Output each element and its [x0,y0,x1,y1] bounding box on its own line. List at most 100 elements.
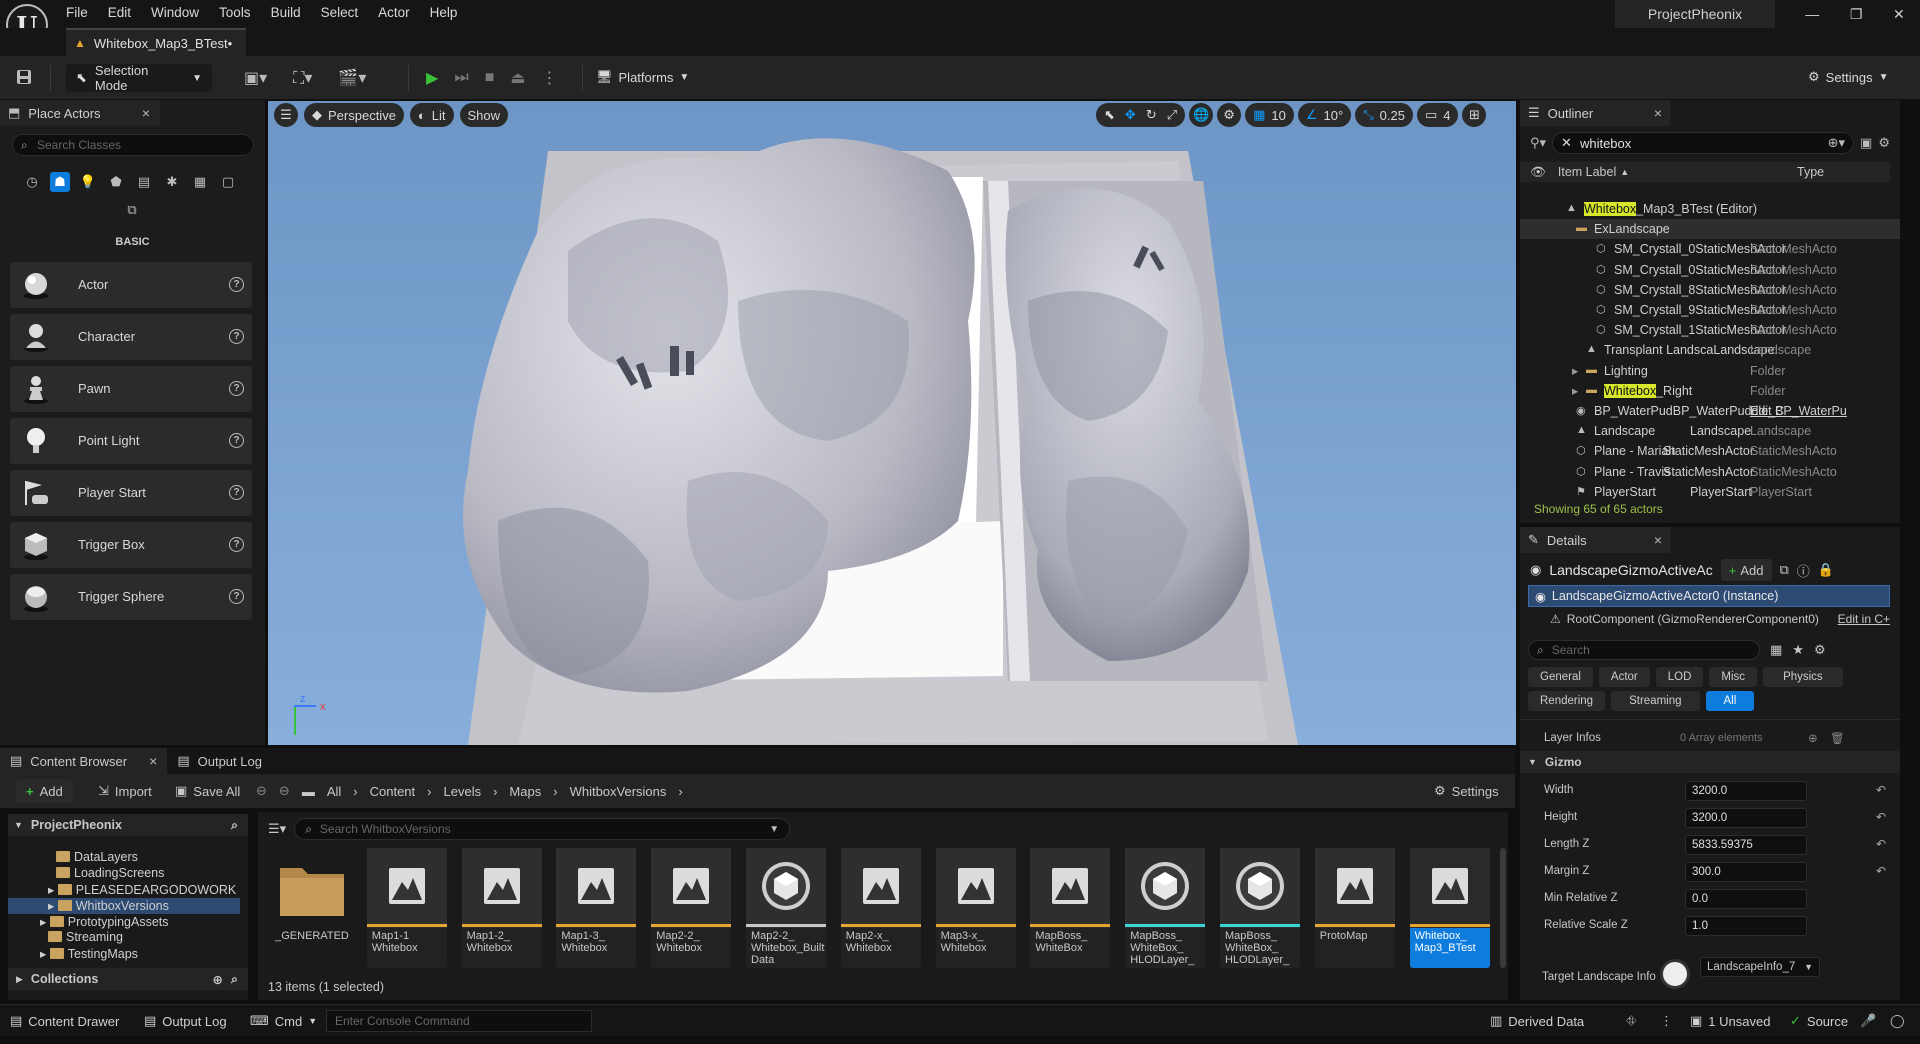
menu-help[interactable]: Help [430,2,470,24]
visibility-icon[interactable]: 👁 [1530,165,1546,180]
close-window-icon[interactable]: ✕ [1893,6,1905,23]
folder-tile[interactable]: _GENERATED [272,848,352,968]
show-button[interactable]: Show [459,103,509,127]
breadcrumb-whitboxversions[interactable]: WhitboxVersions [570,784,667,799]
filter-physics[interactable]: Physics [1763,667,1843,687]
search-icon[interactable]: ⌕ [231,818,238,833]
close-tab-icon[interactable]: × [142,105,150,121]
surface-snap-icon[interactable]: ⚙ [1217,103,1242,127]
property-value-input[interactable]: 0.0 [1685,889,1807,909]
actor-item-character[interactable]: Character ? [10,314,252,360]
outliner-row[interactable]: ▲ Landscape Landscape Landscape [1520,421,1900,441]
add-filter-icon[interactable]: ⊕▾ [1828,135,1845,151]
outliner-row[interactable]: ⬡ SM_Crystall_0StaticMeshActor StaticMeshA… [1520,239,1900,259]
level-tab[interactable]: ▲ Whitebox_Map3_BTest• [66,28,247,56]
actor-item-pawn[interactable]: Pawn ? [10,366,252,412]
breadcrumb-levels[interactable]: Levels [444,784,482,799]
help-icon[interactable]: ? [229,589,244,604]
outliner-search-input[interactable]: ✕ whitebox ⊕▾ [1552,132,1855,154]
tree-item[interactable]: ▸ TestingMaps [8,946,138,962]
filter-actor[interactable]: Actor [1598,667,1650,687]
actor-item-actor[interactable]: Actor ? [10,262,252,308]
cb-save-all-button[interactable]: ▣ Save All [175,783,240,799]
reset-to-default-icon[interactable]: ↶ [1876,864,1886,878]
basic-icon[interactable]: ☗ [50,172,70,192]
perspective-button[interactable]: ◆ Perspective [304,103,404,127]
translate-tool-icon[interactable]: ✥ [1125,107,1136,123]
all-classes-icon[interactable]: ▢ [218,172,238,192]
reset-to-default-icon[interactable]: ↶ [1876,783,1886,797]
actor-item-point-light[interactable]: Point Light ? [10,418,252,464]
asset-tile[interactable]: Map2-2_ Whitebox_Built Data [746,848,826,968]
more-options-icon[interactable]: ⋮ [542,68,558,88]
blueprint-icon[interactable]: ⛶▾ [293,68,312,88]
select-tool-icon[interactable]: ⬉ [1104,107,1115,123]
filter-misc[interactable]: Misc [1709,667,1758,687]
collections-section[interactable]: ▶ Collections ⊕ ⌕ [8,968,248,990]
expand-arrow-icon[interactable]: ▸ [1572,363,1578,378]
help-icon[interactable]: ? [229,433,244,448]
scrollbar[interactable] [1500,848,1506,968]
delete-icon[interactable]: 🗑 [1830,731,1845,745]
details-settings-icon[interactable]: ⚙ [1814,642,1826,658]
menu-build[interactable]: Build [271,2,313,24]
close-tab-icon[interactable]: × [1654,532,1662,548]
help-icon[interactable]: ? [229,381,244,396]
play-icon[interactable]: ▶ [426,68,438,88]
filter-icon[interactable]: ⚲▾ [1530,135,1546,151]
property-value-input[interactable]: 1.0 [1685,916,1807,936]
menu-edit[interactable]: Edit [108,2,143,24]
back-icon[interactable]: ⊖ [256,783,267,799]
viewport-layout-icon[interactable]: ⊞ [1462,103,1487,127]
asset-tile[interactable]: MapBoss_ WhiteBox [1030,848,1111,968]
asset-tile[interactable]: Map1-2_ Whitebox [461,848,542,968]
property-value-input[interactable]: 3200.0 [1685,808,1807,828]
menu-file[interactable]: File [66,2,100,24]
cinematics-icon[interactable]: 🎬▾ [338,68,366,88]
favorites-star-icon[interactable]: ★ [1792,642,1804,658]
console-command-input[interactable]: Enter Console Command [326,1010,592,1032]
expand-arrow-icon[interactable]: ▸ [1572,383,1578,398]
settings-dropdown[interactable]: ⚙ Settings ▼ [1808,69,1889,85]
edit-in-cpp-link[interactable]: Edit in C+ [1838,612,1890,626]
property-value-input[interactable]: 3200.0 [1685,781,1807,801]
new-folder-icon[interactable]: ▣ [1860,135,1872,151]
breadcrumb-content[interactable]: Content [370,784,416,799]
derived-data-button[interactable]: ▥ Derived Data [1490,1013,1584,1029]
reset-to-default-icon[interactable]: ↶ [1876,810,1886,824]
filter-icon[interactable]: ☰▾ [268,821,286,837]
asset-tile[interactable]: MapBoss_ WhiteBox_ HLODLayer_ [1125,848,1206,968]
visual-effects-icon[interactable]: ✱ [162,172,182,192]
world-local-icon[interactable]: 🌐 [1189,103,1214,127]
cb-settings-button[interactable]: ⚙ Settings [1434,783,1499,799]
lock-icon[interactable]: 🔒 [1818,562,1834,578]
gizmo-category[interactable]: ▼ Gizmo [1520,751,1900,773]
rotate-tool-icon[interactable]: ↻ [1146,107,1157,123]
more-icon[interactable]: ⋮ [1660,1013,1673,1029]
outliner-row[interactable]: ▬ ExLandscape [1520,219,1900,240]
lit-button[interactable]: ◐ Lit [409,103,454,127]
content-browser-tab[interactable]: ▤ Content Browser × [0,748,168,774]
help-icon[interactable]: ⓘ [1797,561,1810,580]
actor-item-trigger-sphere[interactable]: Trigger Sphere ? [10,574,252,620]
root-component-row[interactable]: ⚠ RootComponent (GizmoRendererComponent0… [1550,608,1890,630]
clear-search-icon[interactable]: ✕ [1561,135,1572,151]
filter-streaming[interactable]: Streaming [1611,691,1700,711]
grid-snap-button[interactable]: ▦ 10 [1245,103,1294,127]
help-icon[interactable]: ? [229,277,244,292]
cmd-dropdown[interactable]: ⌨ Cmd ▼ [250,1013,317,1029]
outliner-row[interactable]: ▬ ▸ Whitebox_Right Folder [1520,381,1900,401]
outliner-row[interactable]: ⬡ Plane - Travis StaticMeshActor StaticMesh… [1520,462,1900,482]
tree-item[interactable]: ▸ PrototypingAssets [8,914,169,930]
outliner-row[interactable]: ⬡ Plane - Mariah StaticMeshActor StaticMesh… [1520,441,1900,461]
notifications-icon[interactable]: ◯ [1890,1013,1905,1029]
outliner-row[interactable]: ▲ Transplant LandscaLandscape Landscape [1520,340,1900,360]
add-element-icon[interactable]: ⊕ [1808,731,1818,745]
eject-icon[interactable]: ⏏ [510,68,525,88]
asset-search-input[interactable]: ⌕ Search WhitboxVersions ▼ [294,818,791,840]
cinematic-icon[interactable]: ▤ [134,172,154,192]
outliner-row[interactable]: ▬ ▸ Lighting Folder [1520,361,1900,381]
tree-item-selected[interactable]: ▸ WhitboxVersions [8,898,240,914]
asset-tile[interactable]: MapBoss_ WhiteBox_ HLODLayer_ [1220,848,1300,968]
outliner-row[interactable]: ◉ BP_WaterPudBP_WaterPuddle_C Edit BP_Wate… [1520,401,1900,421]
